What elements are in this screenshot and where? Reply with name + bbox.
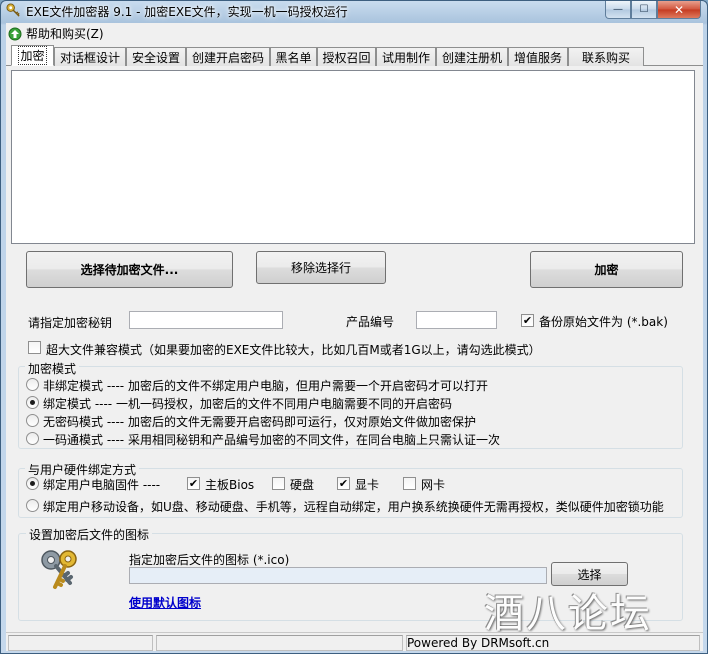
client-area: 帮助和购买(Z) 加密 对话框设计 安全设置 创建开启密码 黑名单 授权召回 试…: [6, 23, 703, 651]
title-bar[interactable]: EXE文件加密器 9.1 - 加密EXE文件，实现一机一码授权运行 — ☐ ✕: [1, 1, 707, 21]
window-title: EXE文件加密器 9.1 - 加密EXE文件，实现一机一码授权运行: [26, 5, 348, 19]
icon-settings-title: 设置加密后文件的图标: [26, 526, 153, 543]
tab-encrypt[interactable]: 加密: [11, 45, 54, 66]
tab-contact-buy[interactable]: 联系购买: [568, 47, 644, 66]
status-pane-2: [156, 635, 403, 651]
product-id-label: 产品编号: [346, 315, 395, 329]
globe-arrow-icon: [8, 27, 22, 40]
maximize-button[interactable]: ☐: [631, 1, 657, 19]
icon-path-prompt: 指定加密后文件的图标 (*.ico): [129, 553, 290, 567]
gpu-checkbox[interactable]: ✔: [337, 477, 350, 490]
tab-create-password[interactable]: 创建开启密码: [186, 47, 270, 66]
tab-dialog-design[interactable]: 对话框设计: [54, 47, 126, 66]
mode-onecode-radio[interactable]: [26, 432, 39, 445]
file-list[interactable]: [11, 70, 695, 244]
status-pane-1: [8, 635, 153, 651]
bind-firmware-label: 绑定用户电脑固件 ----: [43, 478, 161, 492]
keys-icon: [41, 550, 77, 589]
encrypt-button[interactable]: 加密: [530, 251, 683, 288]
tab-revoke[interactable]: 授权召回: [317, 47, 376, 66]
status-powered-by: Powered By DRMsoft.cn: [407, 636, 550, 650]
menu-bar: 帮助和购买(Z): [6, 23, 703, 43]
app-key-icon: [6, 3, 20, 17]
nic-checkbox[interactable]: [403, 477, 416, 490]
mode-onecode-label: 一码通模式 ---- 采用相同秘钥和产品编号加密的不同文件，在同台电脑上只需认证…: [43, 433, 500, 447]
bind-firmware-radio[interactable]: [26, 477, 39, 490]
mode-nopassword-label: 无密码模式 ---- 加密后的文件无需要开启密码即可运行，仅对原始文件做加密保护: [43, 415, 476, 429]
backup-checkbox[interactable]: ✔: [521, 314, 534, 327]
tab-encrypt-label: 加密: [18, 46, 47, 65]
disk-checkbox[interactable]: [272, 477, 285, 490]
menu-help-buy[interactable]: 帮助和购买(Z): [8, 25, 104, 42]
large-file-label: 超大文件兼容模式（如果要加密的EXE文件比较大，比如几百M或者1G以上，请勾选此…: [46, 343, 541, 357]
encrypt-mode-title: 加密模式: [25, 360, 80, 377]
default-icon-link[interactable]: 使用默认图标: [129, 594, 201, 611]
tab-keygen[interactable]: 创建注册机: [436, 47, 508, 66]
bind-mobile-radio[interactable]: [26, 499, 39, 512]
app-window: EXE文件加密器 9.1 - 加密EXE文件，实现一机一码授权运行 — ☐ ✕ …: [0, 0, 708, 654]
motherboard-checkbox[interactable]: ✔: [187, 477, 200, 490]
watermark-text: 酒八论坛: [484, 591, 652, 637]
remove-row-button[interactable]: 移除选择行: [256, 251, 386, 284]
mode-nopassword-radio[interactable]: [26, 414, 39, 427]
minimize-button[interactable]: —: [605, 1, 631, 19]
secret-key-input[interactable]: [129, 311, 283, 329]
status-bar: Powered By DRMsoft.cn: [6, 632, 703, 651]
select-files-button[interactable]: 选择待加密文件...: [26, 251, 233, 288]
tab-trial[interactable]: 试用制作: [376, 47, 436, 66]
mode-unbound-label: 非绑定模式 ---- 加密后的文件不绑定用户电脑，但用户需要一个开启密码才可以打…: [43, 379, 488, 393]
secret-key-label: 请指定加密秘钥: [28, 316, 113, 330]
menu-help-buy-label: 帮助和购买(Z): [26, 27, 104, 41]
tab-value-added[interactable]: 增值服务: [508, 47, 568, 66]
nic-label: 网卡: [421, 478, 446, 492]
product-id-input[interactable]: [416, 311, 497, 329]
backup-label: 备份原始文件为 (*.bak): [539, 315, 668, 329]
tab-security[interactable]: 安全设置: [126, 47, 186, 66]
disk-label: 硬盘: [290, 478, 315, 492]
mode-unbound-radio[interactable]: [26, 378, 39, 391]
mode-bound-label: 绑定模式 ---- 一机一码授权，加密后的文件不同用户电脑需要不同的开启密码: [43, 397, 452, 411]
motherboard-label: 主板Bios: [205, 478, 255, 492]
tab-blacklist[interactable]: 黑名单: [270, 47, 317, 66]
bind-mobile-label: 绑定用户移动设备，如U盘、移动硬盘、手机等，远程自动绑定，用户换系统换硬件无需再…: [43, 500, 664, 514]
gpu-label: 显卡: [355, 478, 380, 492]
close-button[interactable]: ✕: [657, 1, 701, 19]
large-file-checkbox[interactable]: [28, 341, 41, 354]
mode-bound-radio[interactable]: [26, 396, 39, 409]
